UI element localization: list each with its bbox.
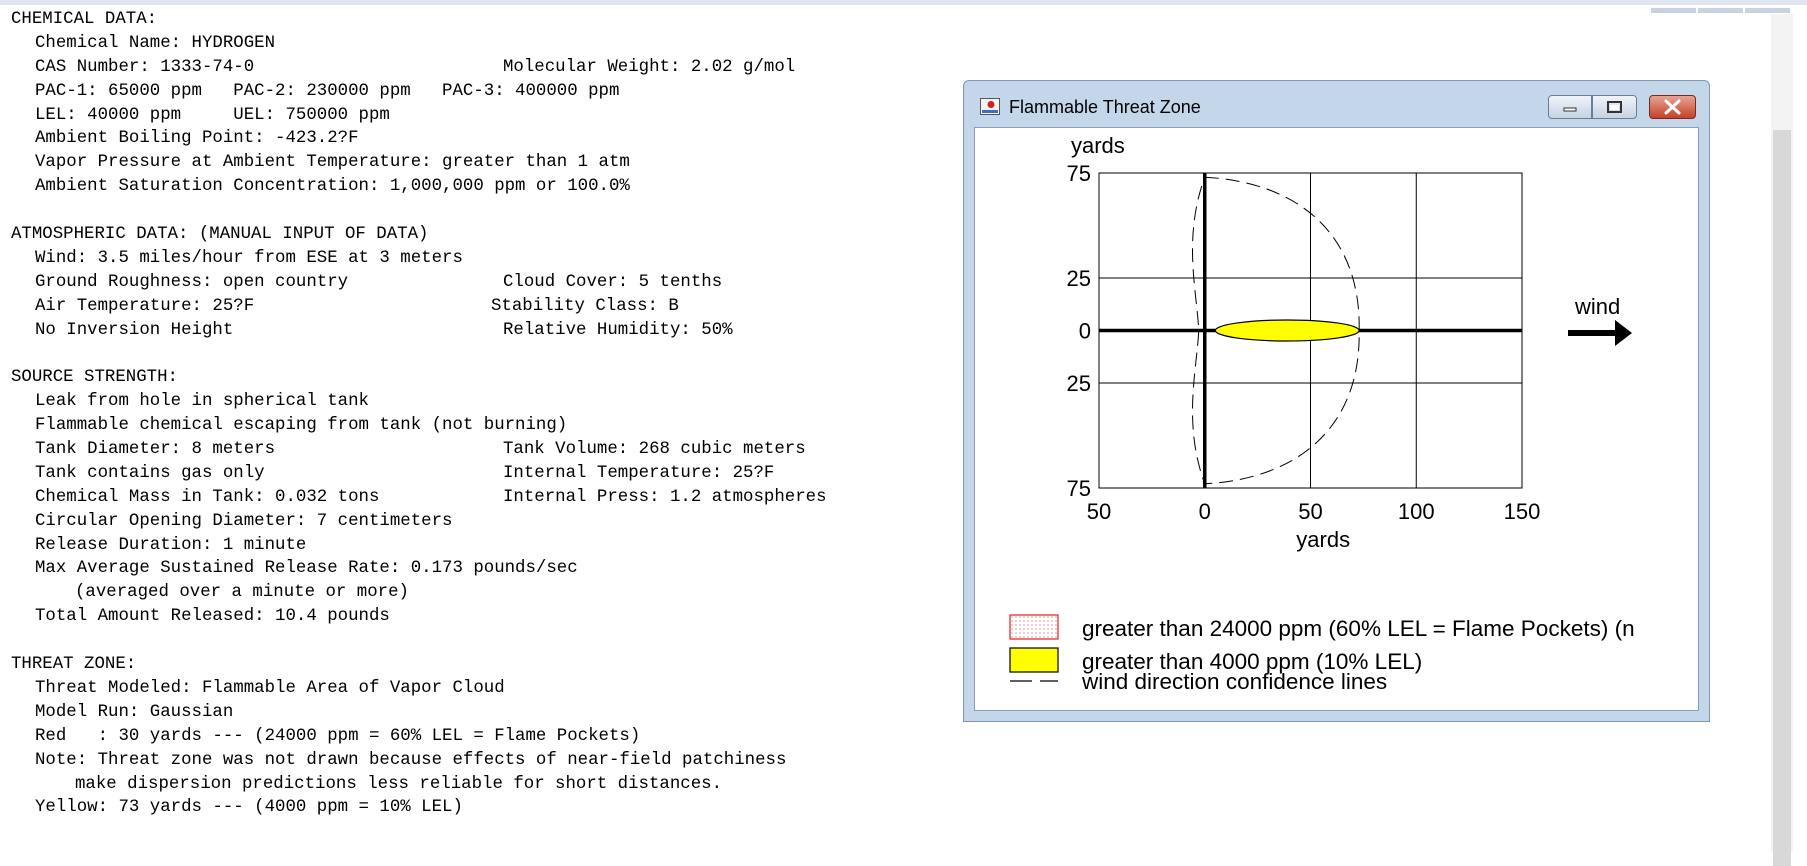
averaged-note: (averaged over a minute or more) xyxy=(75,583,409,603)
y-tick-label: 75 xyxy=(1067,476,1091,501)
molecular-weight: Molecular Weight: 2.02 g/mol xyxy=(503,57,796,77)
tank-contents: Tank contains gas only xyxy=(35,463,265,483)
internal-press: Internal Press: 1.2 atmospheres xyxy=(503,487,827,507)
legend-item-red: greater than 24000 ppm (60% LEL = Flame … xyxy=(1082,616,1635,641)
minimize-icon xyxy=(1563,107,1577,112)
window-titlebar[interactable]: Flammable Threat Zone xyxy=(964,81,1709,127)
lel-uel: LEL: 40000 ppm UEL: 750000 ppm xyxy=(35,105,390,125)
opening-diameter: Circular Opening Diameter: 7 centimeters xyxy=(35,511,453,531)
cloud-cover: Cloud Cover: 5 tenths xyxy=(503,272,723,292)
x-tick-label: 100 xyxy=(1398,499,1435,524)
stability-class: Stability Class: B xyxy=(491,296,679,316)
boiling-point: Ambient Boiling Point: -423.2?F xyxy=(35,129,359,149)
wind-label: wind xyxy=(1574,294,1620,319)
maximize-button[interactable] xyxy=(1592,95,1637,119)
x-tick-label: 150 xyxy=(1504,499,1541,524)
x-tick-label: 0 xyxy=(1199,499,1211,524)
chemical-data-heading: CHEMICAL DATA: xyxy=(11,10,158,29)
minimize-button[interactable] xyxy=(1548,95,1592,119)
atmospheric-data-heading: ATMOSPHERIC DATA: (MANUAL INPUT OF DATA) xyxy=(11,225,429,245)
threat-modeled: Threat Modeled: Flammable Area of Vapor … xyxy=(35,678,505,698)
threat-zone-plot-area: 50 0 50 100 150 75 25 0 25 75 yards yards wind grea… xyxy=(974,127,1699,711)
y-axis-label: yards xyxy=(1071,133,1125,158)
source-strength-heading: SOURCE STRENGTH: xyxy=(11,368,178,388)
yellow-threat-zone xyxy=(1214,319,1360,342)
threat-zone-heading: THREAT ZONE: xyxy=(11,655,137,675)
y-tick-label: 25 xyxy=(1067,266,1091,291)
legend-item-dashed: wind direction confidence lines xyxy=(1081,669,1387,694)
window-title: Flammable Threat Zone xyxy=(1009,97,1201,117)
escaping-description: Flammable chemical escaping from tank (n… xyxy=(35,416,568,436)
y-tick-label: 75 xyxy=(1067,161,1091,186)
vapor-pressure: Vapor Pressure at Ambient Temperature: g… xyxy=(35,153,630,173)
model-run: Model Run: Gaussian xyxy=(35,702,234,722)
leak-description: Leak from hole in spherical tank xyxy=(35,392,369,412)
chemical-mass: Chemical Mass in Tank: 0.032 tons xyxy=(35,487,380,507)
top-window-edge xyxy=(0,0,1807,13)
inversion-height: No Inversion Height xyxy=(35,320,234,340)
air-temperature: Air Temperature: 25?F xyxy=(35,296,255,316)
x-tick-label: 50 xyxy=(1298,499,1322,524)
max-release-rate: Max Average Sustained Release Rate: 0.17… xyxy=(35,559,578,579)
saturation-concentration: Ambient Saturation Concentration: 1,000,… xyxy=(35,177,630,197)
wind-info: Wind: 3.5 miles/hour from ESE at 3 meter… xyxy=(35,248,463,268)
scrollbar-thumb[interactable] xyxy=(1773,130,1791,866)
main-window-controls xyxy=(1649,0,1799,13)
release-duration: Release Duration: 1 minute xyxy=(35,535,307,555)
chart-legend: greater than 24000 ppm (60% LEL = Flame … xyxy=(1009,614,1635,694)
tank-volume: Tank Volume: 268 cubic meters xyxy=(503,440,806,460)
x-axis-label: yards xyxy=(1296,527,1350,552)
close-icon xyxy=(1664,99,1681,115)
wind-arrow xyxy=(1568,320,1632,346)
legend-swatch-red xyxy=(1009,614,1059,640)
red-zone: Red : 30 yards --- (24000 ppm = 60% LEL … xyxy=(35,726,641,746)
restore-icon xyxy=(1607,101,1622,113)
close-button[interactable] xyxy=(1649,95,1696,119)
app-icon xyxy=(980,98,1000,115)
cas-number: CAS Number: 1333-74-0 xyxy=(35,57,255,77)
total-released: Total Amount Released: 10.4 pounds xyxy=(35,607,390,627)
y-tick-label: 0 xyxy=(1079,319,1091,344)
tank-diameter: Tank Diameter: 8 meters xyxy=(35,440,276,460)
threat-note-line2: make dispersion predictions less reliabl… xyxy=(75,774,723,794)
legend-swatch-yellow xyxy=(1009,647,1059,673)
ground-roughness: Ground Roughness: open country xyxy=(35,272,349,292)
pac-values: PAC-1: 65000 ppm PAC-2: 230000 ppm PAC-3… xyxy=(35,81,620,101)
relative-humidity: Relative Humidity: 50% xyxy=(503,320,733,340)
chemical-name: Chemical Name: HYDROGEN xyxy=(35,33,276,53)
vertical-scrollbar[interactable] xyxy=(1771,14,1793,866)
yellow-zone: Yellow: 73 yards --- (4000 ppm = 10% LEL… xyxy=(35,798,463,818)
flammable-threat-zone-window[interactable]: Flammable Threat Zone 50 0 50 100 150 75 25 0 25… xyxy=(963,80,1710,722)
x-tick-label: 50 xyxy=(1087,499,1111,524)
threat-note-line1: Note: Threat zone was not drawn because … xyxy=(35,750,787,770)
threat-zone-chart: 50 0 50 100 150 75 25 0 25 75 yards yards wind grea… xyxy=(1009,133,1635,694)
internal-temperature: Internal Temperature: 25?F xyxy=(503,463,775,483)
y-tick-label: 25 xyxy=(1067,371,1091,396)
